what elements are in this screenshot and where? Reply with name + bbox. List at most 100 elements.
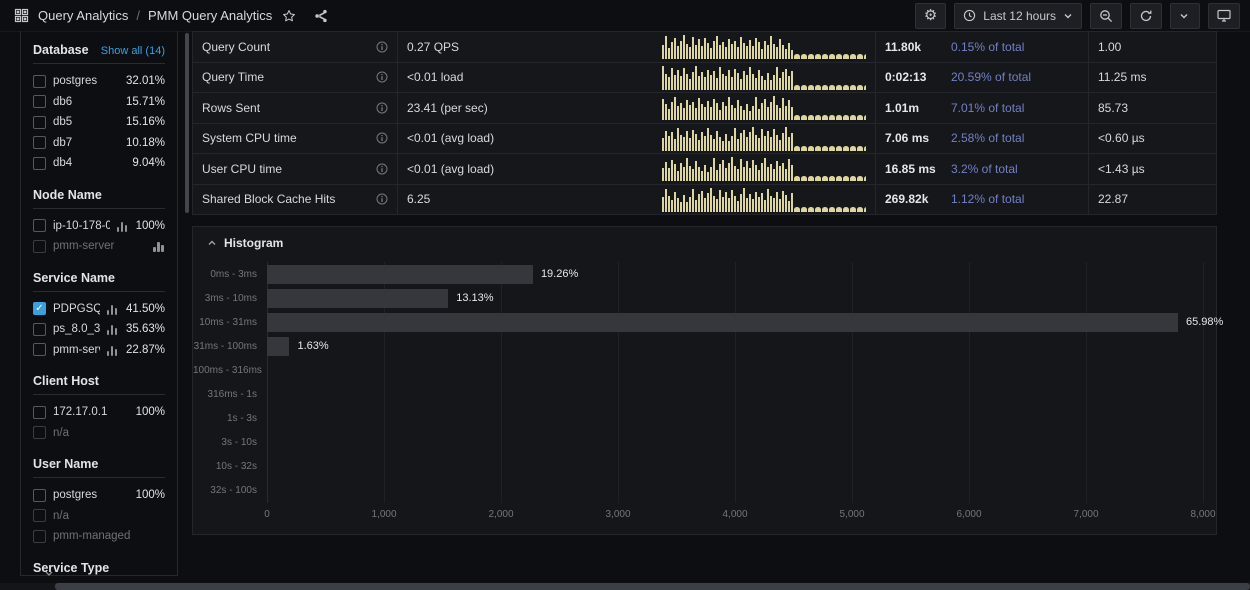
mini-bar-chart-icon[interactable] (153, 240, 165, 252)
filter-item-label: ps_8.0_3.144.... (53, 323, 100, 335)
refresh-interval-dropdown[interactable] (1170, 3, 1200, 29)
metric-sum-value: 269.82k (885, 192, 951, 206)
metric-sparkline[interactable] (662, 33, 866, 60)
filter-checkbox[interactable] (33, 509, 46, 522)
filter-checkbox[interactable] (33, 530, 46, 543)
filter-item[interactable]: ✓ PDPGSQL_14.... 41.50% (33, 299, 165, 320)
filter-item[interactable]: pmm-server (33, 236, 165, 257)
filter-item[interactable]: db5 15.16% (33, 112, 165, 133)
histogram-bar[interactable] (267, 337, 289, 356)
collapse-chevron-icon[interactable] (207, 238, 217, 248)
share-icon[interactable] (312, 7, 330, 25)
filter-item-percentage: 22.87% (126, 344, 165, 356)
histogram-bucket-label: 3ms - 10ms (193, 293, 257, 304)
filter-checkbox[interactable] (33, 219, 46, 232)
info-icon[interactable] (376, 41, 388, 53)
table-row[interactable]: System CPU time <0.01 (avg load) 7.06 ms… (193, 124, 1216, 155)
table-row[interactable]: Rows Sent 23.41 (per sec) 1.01m 7.01% of… (193, 93, 1216, 124)
apps-grid-icon[interactable] (12, 7, 30, 25)
histogram-bucket-label: 3s - 10s (193, 437, 257, 448)
mini-bar-chart-icon[interactable] (117, 220, 129, 232)
kiosk-mode-button[interactable] (1208, 3, 1240, 29)
info-icon[interactable] (376, 193, 388, 205)
metric-sparkline[interactable] (662, 64, 866, 91)
filter-item[interactable]: pmm-server-p... 22.87% (33, 340, 165, 361)
histogram-bar-percentage: 65.98% (1186, 316, 1223, 328)
table-row[interactable]: Query Count 0.27 QPS 11.80k 0.15% of tot… (193, 32, 1216, 63)
mini-bar-chart-icon[interactable] (107, 303, 119, 315)
histogram-row: 3s - 10s (267, 431, 1203, 455)
percent-of-total-link[interactable]: 7.01% of total (951, 101, 1024, 115)
metric-name: User CPU time (202, 162, 376, 176)
filter-item[interactable]: postgres 32.01% (33, 71, 165, 92)
histogram-panel: Histogram 0ms - 3ms 19.26% 3ms - 10ms 13… (192, 226, 1217, 535)
filter-checkbox[interactable] (33, 426, 46, 439)
filter-checkbox[interactable]: ✓ (33, 302, 46, 315)
filter-checkbox[interactable] (33, 240, 46, 253)
filter-item[interactable]: 172.17.0.1 100% (33, 402, 165, 423)
filter-checkbox[interactable] (33, 489, 46, 502)
table-row[interactable]: Shared Block Cache Hits 6.25 269.82k 1.1… (193, 185, 1216, 216)
metric-rate-value: <0.01 (avg load) (407, 162, 494, 176)
breadcrumb-page-title[interactable]: PMM Query Analytics (148, 8, 272, 23)
refresh-button[interactable] (1130, 3, 1162, 29)
filter-item[interactable]: pmm-managed (33, 526, 165, 547)
table-row[interactable]: User CPU time <0.01 (avg load) 16.85 ms … (193, 154, 1216, 185)
metric-rate-value: <0.01 (avg load) (407, 131, 494, 145)
breadcrumb-section[interactable]: Query Analytics (38, 8, 128, 23)
table-row[interactable]: Query Time <0.01 load 0:02:13 20.59% of … (193, 63, 1216, 94)
dashboard-settings-button[interactable]: ⚙ (915, 3, 946, 29)
filter-checkbox[interactable] (33, 95, 46, 108)
zoom-out-button[interactable] (1090, 3, 1122, 29)
metric-per-query-value: <0.60 µs (1098, 131, 1145, 145)
info-icon[interactable] (376, 102, 388, 114)
filter-checkbox[interactable] (33, 157, 46, 170)
info-icon[interactable] (376, 163, 388, 175)
filter-item-percentage: 35.63% (126, 323, 165, 335)
percent-of-total-link[interactable]: 3.2% of total (951, 162, 1018, 176)
filter-item[interactable]: db4 9.04% (33, 153, 165, 174)
scroll-down-chevron-icon[interactable] (44, 570, 54, 578)
histogram-bar[interactable] (267, 289, 448, 308)
metric-sparkline[interactable] (662, 186, 866, 213)
filter-item[interactable]: db6 15.71% (33, 92, 165, 113)
histogram-row: 10ms - 31ms 65.98% (267, 310, 1203, 334)
filter-item[interactable]: postgres 100% (33, 485, 165, 506)
show-all-link[interactable]: Show all (14) (101, 45, 165, 57)
filter-item[interactable]: ip-10-178-0-1... 100% (33, 216, 165, 237)
horizontal-scrollbar[interactable] (0, 583, 1250, 590)
filter-item[interactable]: db7 10.18% (33, 133, 165, 154)
info-icon[interactable] (376, 132, 388, 144)
filter-checkbox[interactable] (33, 116, 46, 129)
filter-checkbox[interactable] (33, 406, 46, 419)
percent-of-total-link[interactable]: 2.58% of total (951, 131, 1024, 145)
horizontal-scrollbar-thumb[interactable] (55, 583, 1250, 590)
percent-of-total-link[interactable]: 20.59% of total (951, 70, 1031, 84)
filter-item[interactable]: n/a (33, 423, 165, 444)
info-icon[interactable] (376, 71, 388, 83)
metric-sparkline[interactable] (662, 94, 866, 121)
table-scrollbar[interactable] (185, 33, 189, 213)
chevron-down-icon (1063, 11, 1073, 21)
star-icon[interactable] (280, 7, 298, 25)
percent-of-total-link[interactable]: 0.15% of total (951, 40, 1024, 54)
filter-section: Client Host 172.17.0.1 100% n/a (33, 374, 165, 443)
filter-checkbox[interactable] (33, 343, 46, 356)
time-range-label: Last 12 hours (983, 9, 1056, 23)
mini-bar-chart-icon[interactable] (107, 344, 119, 356)
filter-item-label: postgres (53, 75, 119, 87)
filter-item-label: db7 (53, 137, 119, 149)
metric-sparkline[interactable] (662, 125, 866, 152)
filter-item[interactable]: n/a (33, 506, 165, 527)
filter-checkbox[interactable] (33, 323, 46, 336)
mini-bar-chart-icon[interactable] (107, 323, 119, 335)
filter-item[interactable]: ps_8.0_3.144.... 35.63% (33, 319, 165, 340)
histogram-bar[interactable] (267, 265, 533, 284)
time-range-picker[interactable]: Last 12 hours (954, 3, 1082, 29)
histogram-x-axis: 01,0002,0003,0004,0005,0006,0007,0008,00… (267, 509, 1203, 523)
percent-of-total-link[interactable]: 1.12% of total (951, 192, 1024, 206)
filter-checkbox[interactable] (33, 136, 46, 149)
filter-checkbox[interactable] (33, 75, 46, 88)
metric-sparkline[interactable] (662, 155, 866, 182)
histogram-bar[interactable] (267, 313, 1178, 332)
